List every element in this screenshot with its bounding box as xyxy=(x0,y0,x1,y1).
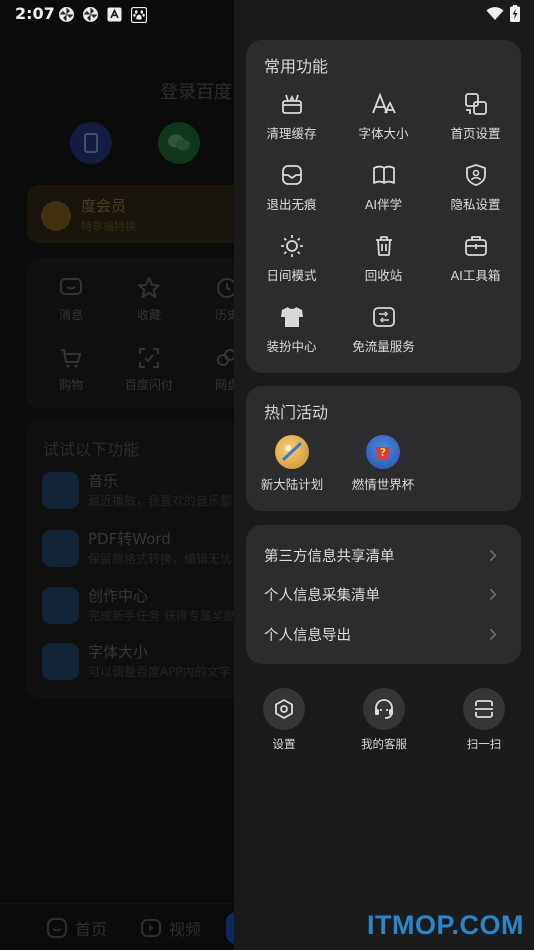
privacy-settings-button[interactable]: 隐私设置 xyxy=(430,162,521,213)
scan-button[interactable]: 扫一扫 xyxy=(434,688,534,752)
chevron-right-icon xyxy=(489,549,497,562)
personal-info-export-row[interactable]: 个人信息导出 xyxy=(246,614,521,654)
chevron-right-icon xyxy=(489,628,497,641)
chevron-right-icon xyxy=(489,588,497,601)
trash-icon xyxy=(371,233,397,259)
day-mode-button[interactable]: 日间模式 xyxy=(246,233,337,284)
app-a-icon xyxy=(106,6,123,23)
ai-toolbox-icon xyxy=(463,233,489,259)
hot-activities-title: 热门活动 xyxy=(264,403,329,422)
tshirt-icon xyxy=(279,304,305,330)
personal-info-panel: 第三方信息共享清单 个人信息采集清单 个人信息导出 xyxy=(246,525,521,664)
wifi-icon xyxy=(486,6,504,25)
ai-study-button[interactable]: AI伴学 xyxy=(338,162,429,213)
svg-text:?: ? xyxy=(380,446,386,459)
ai-study-icon xyxy=(371,162,397,188)
dress-center-button[interactable]: 装扮中心 xyxy=(246,304,337,355)
battery-charging-icon xyxy=(510,5,520,26)
sun-icon xyxy=(279,233,305,259)
pinwheel-icon xyxy=(58,6,75,23)
home-settings-button[interactable]: 首页设置 xyxy=(430,91,521,142)
common-functions-title: 常用功能 xyxy=(264,57,329,76)
ai-toolbox-button[interactable]: AI工具箱 xyxy=(430,233,521,284)
clean-cache-button[interactable]: 清理缓存 xyxy=(246,91,337,142)
settings-hexagon-icon xyxy=(263,688,305,730)
data-free-service-button[interactable]: 免流量服务 xyxy=(338,304,429,355)
new-continent-icon xyxy=(275,435,309,469)
privacy-shield-icon xyxy=(463,162,489,188)
world-cup-icon: ? xyxy=(366,435,400,469)
personal-info-collection-list-row[interactable]: 个人信息采集清单 xyxy=(246,574,521,614)
site-watermark: ITMOP.COM xyxy=(366,910,524,940)
home-settings-icon xyxy=(463,91,489,117)
exit-incognito-button[interactable]: 退出无痕 xyxy=(246,162,337,213)
activity-world-cup[interactable]: ? 燃情世界杯 xyxy=(337,435,429,493)
settings-button[interactable]: 设置 xyxy=(234,688,334,752)
common-functions-panel: 常用功能 清理缓存 字体大小 首页设置 退出无痕 AI伴学 隐私设置 日间模式 … xyxy=(246,40,521,373)
pinwheel-icon xyxy=(82,6,99,23)
incognito-icon xyxy=(279,162,305,188)
font-size-button[interactable]: 字体大小 xyxy=(338,91,429,142)
recycle-bin-button[interactable]: 回收站 xyxy=(338,233,429,284)
hot-activities-panel: 热门活动 新大陆计划 ? 燃情世界杯 xyxy=(246,386,521,511)
status-bar: 2:07 xyxy=(0,0,534,30)
third-party-sharing-list-row[interactable]: 第三方信息共享清单 xyxy=(246,535,521,575)
baidu-paw-icon xyxy=(130,6,147,23)
activity-new-continent[interactable]: 新大陆计划 xyxy=(246,435,338,493)
data-free-icon xyxy=(371,304,397,330)
customer-service-icon xyxy=(363,688,405,730)
clean-cache-icon xyxy=(279,91,305,117)
font-size-icon xyxy=(371,91,397,117)
status-time: 2:07 xyxy=(15,4,55,23)
scan-icon xyxy=(463,688,505,730)
side-drawer: 常用功能 清理缓存 字体大小 首页设置 退出无痕 AI伴学 隐私设置 日间模式 … xyxy=(234,0,534,950)
customer-service-button[interactable]: 我的客服 xyxy=(334,688,434,752)
